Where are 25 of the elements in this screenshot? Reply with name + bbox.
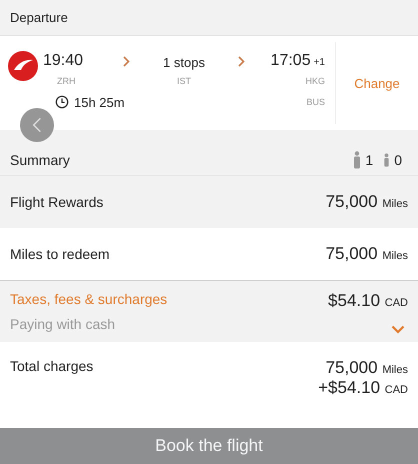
book-flight-button[interactable]: Book the flight (0, 428, 418, 464)
charge-amount: 75,000 Miles (326, 244, 408, 264)
summary-title: Summary (10, 152, 70, 168)
day-offset: +1 (314, 57, 325, 68)
charge-amount: $54.10 CAD (328, 291, 408, 311)
change-link[interactable]: Change (354, 76, 400, 90)
payment-method: Paying with cash (10, 316, 116, 332)
origin-code: ZRH (57, 76, 76, 86)
departure-time: 19:40 (43, 52, 84, 69)
child-count: 0 (394, 152, 402, 168)
stopover-code: IST (176, 76, 191, 86)
arrival-time: 17:05 (270, 52, 311, 69)
charge-amount: 75,000 Miles (326, 192, 408, 212)
total-label: Total charges (10, 358, 94, 374)
total-amount: 75,000 Miles (326, 358, 408, 378)
adult-count: 1 (365, 152, 374, 168)
destination-code: HKG (305, 76, 325, 86)
stops-count: 1 stops (163, 54, 205, 70)
section-title: Departure (10, 10, 68, 25)
total-amount: +$54.10 CAD (318, 378, 408, 398)
charge-label: Taxes, fees & surcharges (10, 291, 168, 307)
cabin-class: BUS (306, 97, 325, 107)
charge-label: Flight Rewards (10, 194, 104, 210)
charge-label: Miles to redeem (10, 246, 110, 262)
flight-duration: 15h 25m (74, 94, 125, 110)
